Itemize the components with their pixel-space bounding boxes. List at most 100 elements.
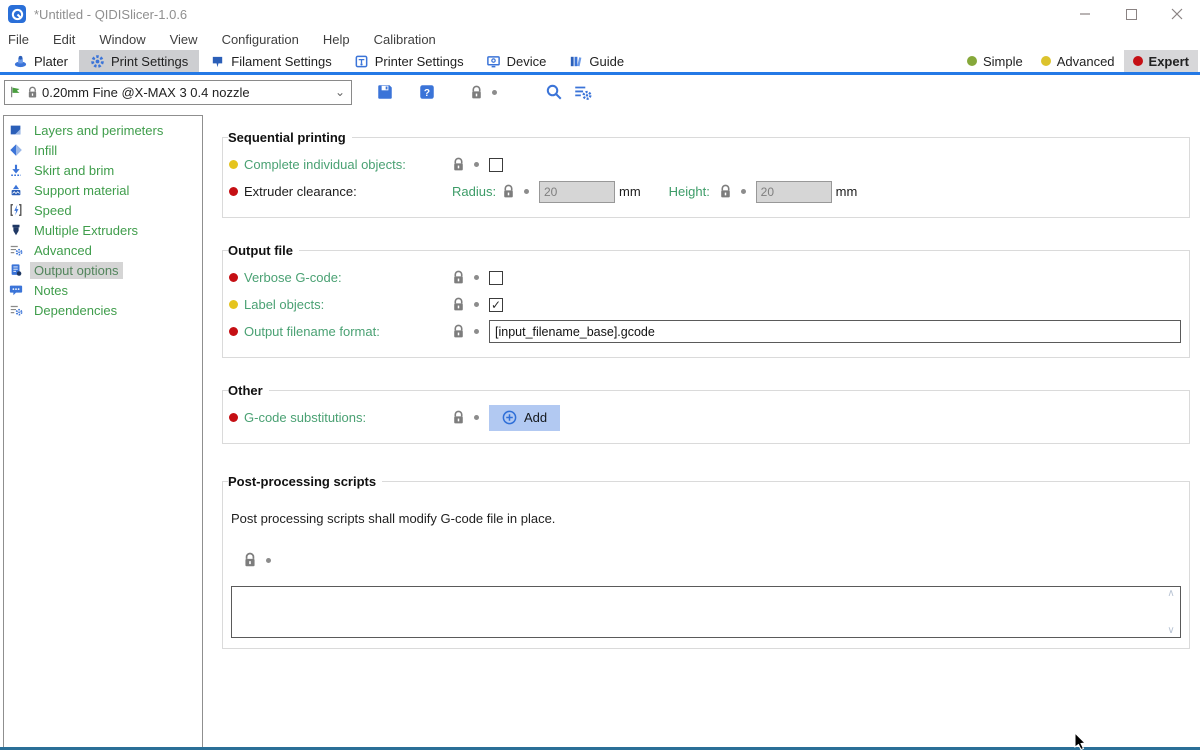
add-substitution-button[interactable]: Add [489, 405, 560, 431]
label-objects-checkbox[interactable]: ✓ [489, 298, 503, 312]
height-label: Height: [669, 184, 719, 199]
advanced-icon [9, 243, 23, 257]
layers-icon [9, 123, 23, 137]
mode-advanced[interactable]: Advanced [1032, 50, 1124, 72]
textarea-scrollbar[interactable]: ∧ ∨ [1165, 588, 1177, 636]
sidebar-item-advanced[interactable]: Advanced [4, 240, 202, 260]
expert-mode-dot-icon [229, 327, 238, 336]
section-title: Other [228, 383, 269, 398]
sidebar-item-multiple-extruders[interactable]: Multiple Extruders [4, 220, 202, 240]
preset-help-button[interactable]: ? [418, 83, 436, 101]
revert-dot-icon [524, 189, 529, 194]
revert-dot-icon [474, 275, 479, 280]
plater-icon [13, 54, 28, 69]
sidebar-item-output-options[interactable]: Output options [4, 260, 202, 280]
revert-dot-icon [474, 415, 479, 420]
menu-window[interactable]: Window [99, 32, 145, 47]
revert-dot-icon [474, 302, 479, 307]
menu-calibration[interactable]: Calibration [374, 32, 436, 47]
minimize-button[interactable] [1062, 0, 1108, 28]
mode-label: Advanced [1057, 54, 1115, 69]
scroll-up-icon[interactable]: ∧ [1167, 588, 1174, 599]
mode-expert[interactable]: Expert [1124, 50, 1198, 72]
lock-icon [452, 157, 465, 172]
option-label: G-code substitutions: [244, 410, 452, 425]
guide-icon [568, 54, 583, 69]
menu-help[interactable]: Help [323, 32, 350, 47]
sidebar-item-support-material[interactable]: Support material [4, 180, 202, 200]
tab-filament-settings[interactable]: Filament Settings [199, 50, 342, 72]
speed-icon [9, 203, 23, 217]
option-row-complete-individual-objects: Complete individual objects: [229, 151, 1183, 178]
revert-dot-icon [741, 189, 746, 194]
tab-label: Print Settings [111, 54, 188, 69]
menu-file[interactable]: File [8, 32, 29, 47]
section-sequential-printing: Sequential printing Complete individual … [222, 130, 1190, 218]
filament-icon [210, 54, 225, 69]
lock-icon [243, 552, 257, 568]
extruder-clearance-height-input[interactable] [756, 181, 832, 203]
sidebar-item-label: Dependencies [30, 302, 121, 319]
tab-label: Guide [589, 54, 624, 69]
help-icon: ? [418, 83, 436, 101]
sidebar-item-label: Infill [30, 142, 61, 159]
post-processing-scripts-textarea[interactable] [231, 586, 1181, 638]
option-label: Label objects: [244, 297, 452, 312]
sidebar-item-label: Notes [30, 282, 72, 299]
close-button[interactable] [1154, 0, 1200, 28]
device-icon [486, 54, 501, 69]
settings-page-output-options: Sequential printing Complete individual … [203, 115, 1200, 750]
menu-configuration[interactable]: Configuration [222, 32, 299, 47]
tab-print-settings[interactable]: Print Settings [79, 50, 199, 72]
unit-label: mm [619, 184, 641, 199]
revert-dot-icon [266, 558, 271, 563]
tab-printer-settings[interactable]: Printer Settings [343, 50, 475, 72]
option-row-verbose-gcode: Verbose G-code: [229, 264, 1183, 291]
expert-mode-dot-icon [229, 273, 238, 282]
flag-icon [9, 85, 23, 99]
lock-icon [452, 410, 465, 425]
tab-plater[interactable]: Plater [2, 50, 79, 72]
sidebar-item-notes[interactable]: Notes [4, 280, 202, 300]
menu-view[interactable]: View [170, 32, 198, 47]
add-button-label: Add [524, 410, 547, 425]
notes-icon [9, 283, 23, 297]
sidebar-item-dependencies[interactable]: Dependencies [4, 300, 202, 320]
window-title: *Untitled - QIDISlicer-1.0.6 [34, 7, 187, 22]
section-title: Post-processing scripts [228, 474, 382, 489]
section-other: Other G-code substitutions: Add [222, 383, 1190, 444]
title-bar: *Untitled - QIDISlicer-1.0.6 [0, 0, 1200, 28]
post-processing-lock-indicator [243, 552, 1183, 568]
sidebar-item-infill[interactable]: Infill [4, 140, 202, 160]
output-filename-format-input[interactable] [489, 320, 1181, 343]
lock-icon [470, 85, 483, 100]
printer-icon [354, 54, 369, 69]
maximize-button[interactable] [1108, 0, 1154, 28]
mode-simple[interactable]: Simple [958, 50, 1032, 72]
scroll-down-icon[interactable]: ∨ [1167, 625, 1174, 636]
tab-label: Device [507, 54, 547, 69]
lock-icon [27, 86, 38, 99]
extruder-clearance-radius-input[interactable] [539, 181, 615, 203]
sidebar-item-skirt-and-brim[interactable]: Skirt and brim [4, 160, 202, 180]
complete-individual-objects-checkbox[interactable] [489, 158, 503, 172]
save-preset-button[interactable] [376, 83, 394, 101]
svg-text:?: ? [424, 88, 430, 99]
lock-icon [452, 297, 465, 312]
sidebar-item-layers-and-perimeters[interactable]: Layers and perimeters [4, 120, 202, 140]
skirt-icon [9, 163, 23, 177]
expert-mode-dot-icon [1133, 56, 1143, 66]
verbose-gcode-checkbox[interactable] [489, 271, 503, 285]
menu-edit[interactable]: Edit [53, 32, 75, 47]
option-label: Verbose G-code: [244, 270, 452, 285]
search-button[interactable] [545, 83, 563, 101]
compare-settings-button[interactable] [573, 83, 592, 101]
compare-settings-icon [573, 83, 592, 101]
unit-label: mm [836, 184, 858, 199]
revert-dot-icon [474, 162, 479, 167]
tab-device[interactable]: Device [475, 50, 558, 72]
chevron-down-icon: ⌄ [333, 85, 347, 99]
preset-dropdown[interactable]: 0.20mm Fine @X-MAX 3 0.4 nozzle ⌄ [4, 80, 352, 105]
sidebar-item-speed[interactable]: Speed [4, 200, 202, 220]
tab-guide[interactable]: Guide [557, 50, 635, 72]
